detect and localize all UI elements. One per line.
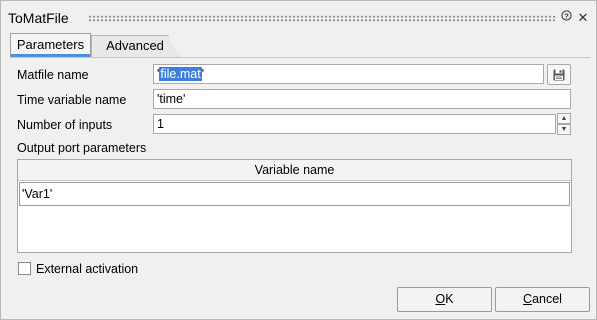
tab-advanced[interactable]: Advanced <box>91 35 179 57</box>
title-bar[interactable]: ToMatFile ? ✕ <box>1 1 596 29</box>
ok-label-rest: K <box>445 292 454 306</box>
external-activation-checkbox[interactable] <box>18 262 31 275</box>
matfile-name-input[interactable]: 'file.mat' <box>153 64 544 84</box>
spin-down-icon[interactable]: ▼ <box>557 124 571 135</box>
column-header-variable-name[interactable]: Variable name <box>18 160 571 181</box>
tab-parameters[interactable]: Parameters <box>10 33 91 57</box>
number-of-inputs-input[interactable]: 1 <box>153 114 556 134</box>
tomatfile-dialog: ToMatFile ? ✕ Parameters Advanced Matfil… <box>0 0 597 320</box>
number-of-inputs-label: Number of inputs <box>17 118 113 132</box>
time-variable-input[interactable]: 'time' <box>153 89 571 109</box>
ok-button[interactable]: OK <box>397 287 492 312</box>
window-title: ToMatFile <box>8 10 69 26</box>
output-port-section-label: Output port parameters <box>17 141 147 155</box>
table-row[interactable]: 'Var1' <box>19 182 570 206</box>
tab-bar: Parameters Advanced <box>10 33 590 57</box>
external-activation-label: External activation <box>36 262 139 276</box>
tab-divider <box>10 57 590 58</box>
close-icon[interactable]: ✕ <box>576 10 590 26</box>
matfile-selected-text: file.mat <box>159 67 202 81</box>
time-variable-label: Time variable name <box>17 93 127 107</box>
help-circle-icon: ? <box>560 10 572 21</box>
ok-mnemonic: O <box>435 292 446 306</box>
matfile-name-label: Matfile name <box>17 68 89 82</box>
matfile-quote-close: ' <box>201 67 205 81</box>
cancel-button[interactable]: Cancel <box>495 287 590 312</box>
save-disk-icon <box>553 69 565 80</box>
cancel-label-rest: ancel <box>532 292 562 306</box>
help-icon[interactable]: ? <box>559 10 573 26</box>
svg-text:?: ? <box>564 11 569 20</box>
drag-grip[interactable] <box>88 15 555 22</box>
browse-file-button[interactable] <box>547 64 571 85</box>
output-port-table: Variable name 'Var1' <box>17 159 572 253</box>
cancel-mnemonic: C <box>523 292 533 306</box>
spin-up-icon[interactable]: ▲ <box>557 113 571 124</box>
